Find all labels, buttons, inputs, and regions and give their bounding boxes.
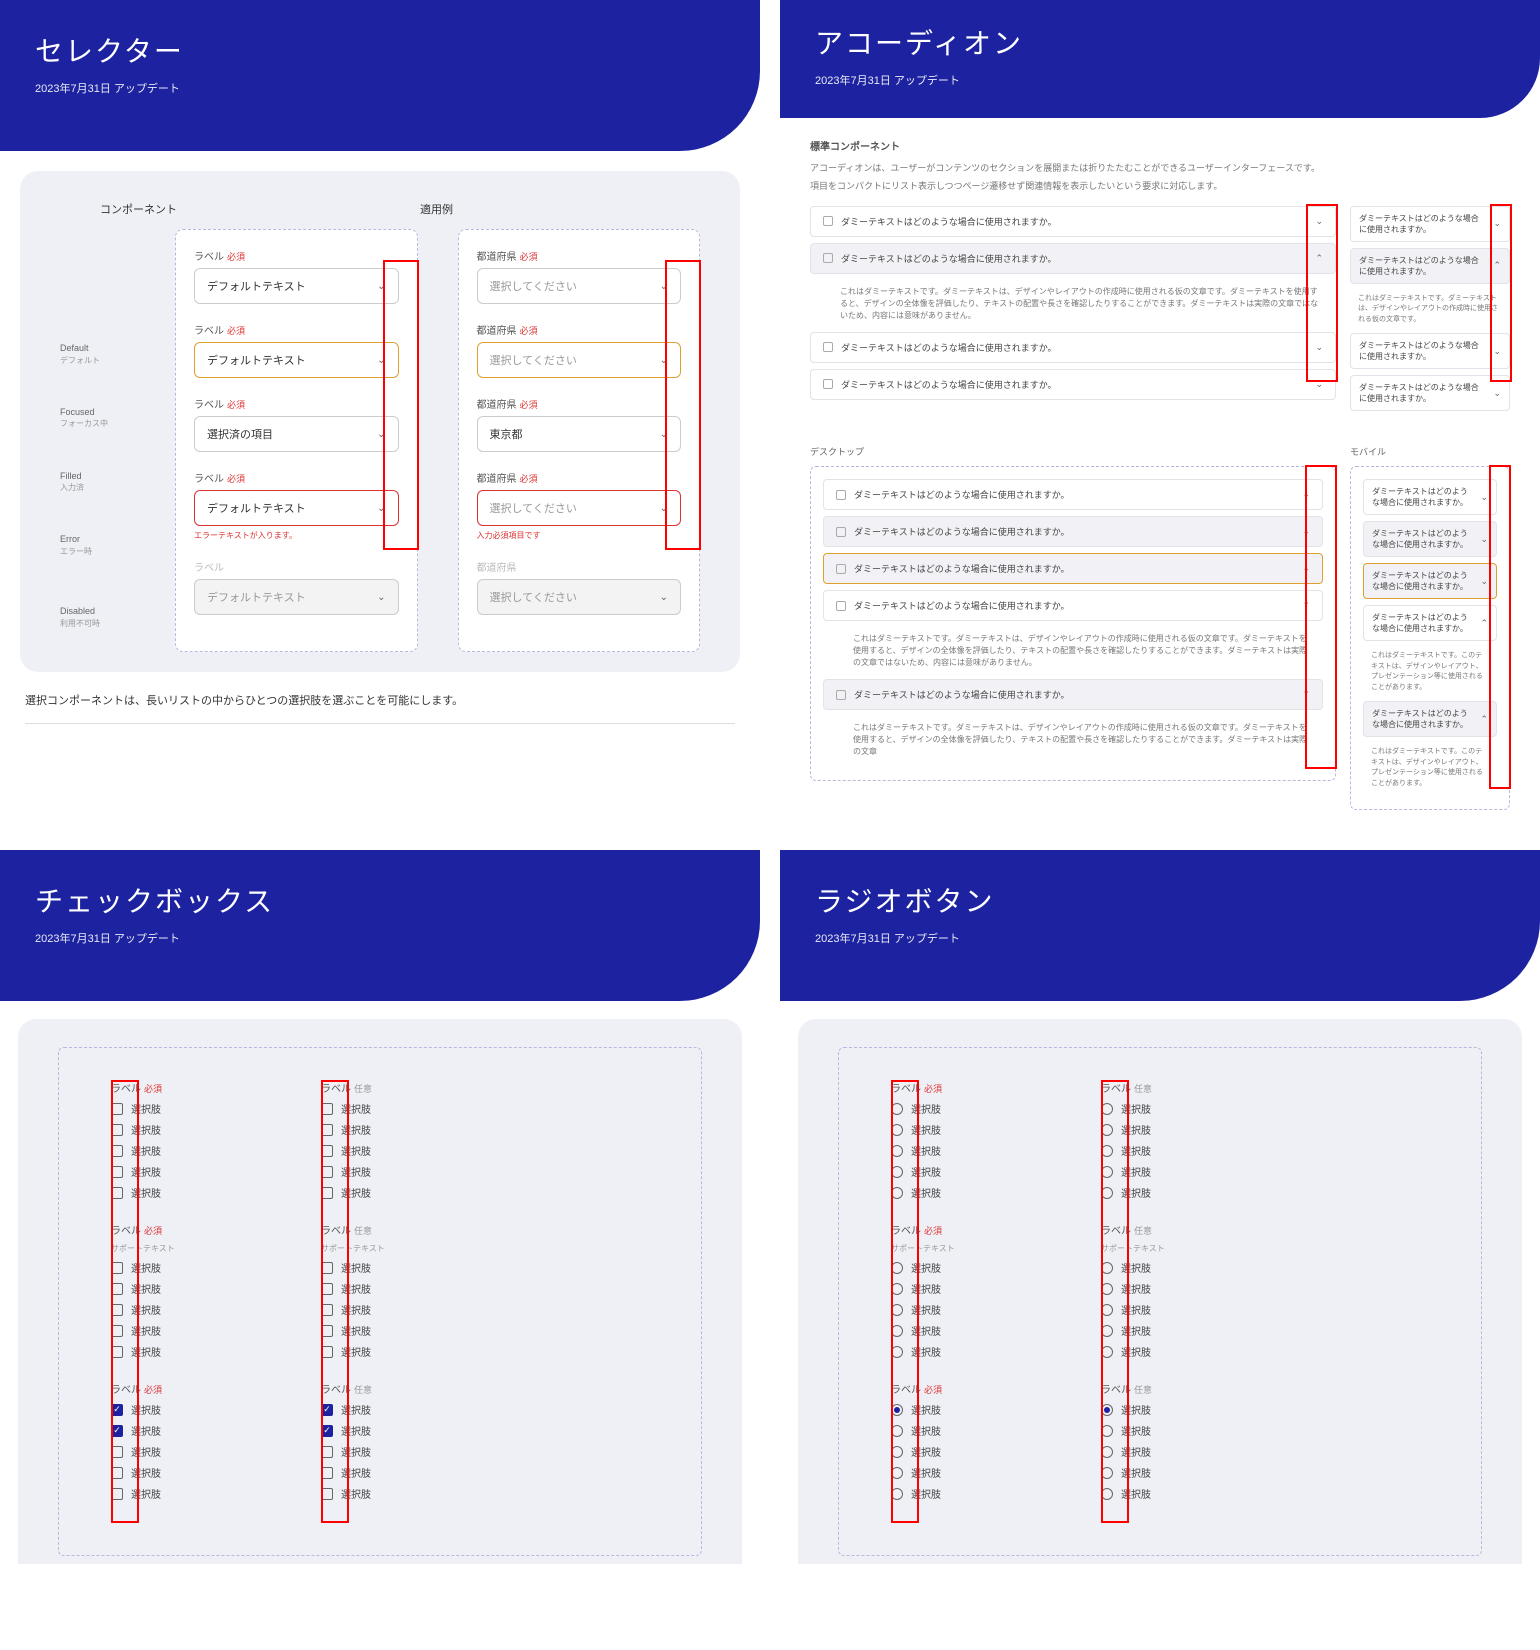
chevron-down-icon: ⌄	[660, 592, 668, 603]
accordion-item[interactable]: ダミーテキストはどのような場合に使用されますか。⌃	[823, 590, 1323, 621]
accordion-item[interactable]: ダミーテキストはどのような場合に使用されますか。⌄	[810, 332, 1336, 363]
radio-header: ラジオボタン 2023年7月31日 アップデート	[780, 850, 1540, 1001]
checkbox-title: チェックボックス	[35, 880, 725, 920]
radio-column-optional: ラベル任意 選択肢 選択肢 選択肢 選択肢 選択肢 ラベル任意サポートテキスト …	[1101, 1080, 1251, 1523]
accordion-item-mobile[interactable]: ダミーテキストはどのような場合に使用されますか。⌄	[1363, 563, 1497, 599]
accordion-item-mobile[interactable]: ダミーテキストはどのような場合に使用されますか。⌃	[1363, 605, 1497, 641]
select-pref-focused[interactable]: 選択してください⌄	[477, 342, 682, 378]
checkbox-header: チェックボックス 2023年7月31日 アップデート	[0, 850, 760, 1001]
select-default[interactable]: デフォルトテキスト⌄	[194, 268, 399, 304]
accordion-item[interactable]: ダミーテキストはどのような場合に使用されますか。⌃	[823, 679, 1323, 710]
accordion-item[interactable]: ダミーテキストはどのような場合に使用されますか。⌄	[810, 369, 1336, 400]
col-b-header: 適用例	[420, 201, 700, 217]
accordion-item-mobile[interactable]: ダミーテキストはどのような場合に使用されますか。⌃	[1363, 701, 1497, 737]
select-disabled: デフォルトテキスト⌄	[194, 579, 399, 615]
selector-date: 2023年7月31日 アップデート	[35, 80, 725, 96]
acc-section-title: 標準コンポーネント	[810, 138, 1510, 153]
radio-column-required: ラベル必須 選択肢 選択肢 選択肢 選択肢 選択肢 ラベル必須サポートテキスト …	[891, 1080, 1041, 1523]
accordion-item-mobile[interactable]: ダミーテキストはどのような場合に使用されますか。⌃	[1350, 248, 1510, 284]
accordion-item-mobile[interactable]: ダミーテキストはどのような場合に使用されますか。⌄	[1363, 479, 1497, 515]
chevron-down-icon: ⌄	[377, 592, 385, 603]
accordion-card: アコーディオン 2023年7月31日 アップデート 標準コンポーネント アコーデ…	[780, 0, 1540, 830]
selector-header: セレクター 2023年7月31日 アップデート	[0, 0, 760, 151]
chevron-down-icon: ⌄	[1480, 534, 1488, 545]
accordion-item[interactable]: ダミーテキストはどのような場合に使用されますか。⌄	[823, 516, 1323, 547]
select-pref-error[interactable]: 選択してください⌄	[477, 490, 682, 526]
radio-card: ラジオボタン 2023年7月31日 アップデート ラベル必須 選択肢 選択肢 選…	[780, 850, 1540, 1582]
checkbox-date: 2023年7月31日 アップデート	[35, 930, 725, 946]
radio-date: 2023年7月31日 アップデート	[815, 930, 1505, 946]
select-focused[interactable]: デフォルトテキスト⌄	[194, 342, 399, 378]
chevron-up-icon: ⌃	[1480, 714, 1488, 725]
selector-title: セレクター	[35, 30, 725, 70]
checkbox-column-optional: ラベル任意 選択肢 選択肢 選択肢 選択肢 選択肢 ラベル任意サポートテキスト …	[321, 1080, 471, 1523]
accordion-title: アコーディオン	[815, 22, 1505, 62]
accordion-item[interactable]: ダミーテキストはどのような場合に使用されますか。⌄	[823, 553, 1323, 584]
chevron-down-icon: ⌄	[1493, 388, 1501, 399]
selector-desc: 選択コンポーネントは、長いリストの中からひとつの選択肢を選ぶことを可能にします。	[25, 692, 735, 708]
select-pref-filled[interactable]: 東京都⌄	[477, 416, 682, 452]
selector-card: セレクター 2023年7月31日 アップデート コンポーネント 適用例 ラベル必…	[0, 0, 760, 830]
accordion-item-mobile[interactable]: ダミーテキストはどのような場合に使用されますか。⌄	[1350, 206, 1510, 242]
chevron-down-icon: ⌄	[1480, 576, 1488, 587]
selector-panel: コンポーネント 適用例 ラベル必須デフォルトテキスト⌄ ラベル必須デフォルトテキ…	[20, 171, 740, 672]
accordion-item-mobile[interactable]: ダミーテキストはどのような場合に使用されますか。⌄	[1363, 521, 1497, 557]
select-pref-default[interactable]: 選択してください⌄	[477, 268, 682, 304]
checkbox-column-required: ラベル必須 選択肢 選択肢 選択肢 選択肢 選択肢 ラベル必須サポートテキスト …	[111, 1080, 261, 1523]
chevron-down-icon: ⌄	[1480, 492, 1488, 503]
select-pref-disabled: 選択してください⌄	[477, 579, 682, 615]
col-a-header: コンポーネント	[100, 201, 380, 217]
select-filled[interactable]: 選択済の項目⌄	[194, 416, 399, 452]
accordion-item[interactable]: ダミーテキストはどのような場合に使用されますか。⌄	[823, 479, 1323, 510]
accordion-item[interactable]: ダミーテキストはどのような場合に使用されますか。⌄	[810, 206, 1336, 237]
checkbox-card: チェックボックス 2023年7月31日 アップデート ラベル必須 選択肢 選択肢…	[0, 850, 760, 1582]
radio-title: ラジオボタン	[815, 880, 1505, 920]
accordion-header: アコーディオン 2023年7月31日 アップデート	[780, 0, 1540, 118]
chevron-up-icon: ⌃	[1480, 618, 1488, 629]
select-error[interactable]: デフォルトテキスト⌄	[194, 490, 399, 526]
accordion-item-mobile[interactable]: ダミーテキストはどのような場合に使用されますか。⌄	[1350, 375, 1510, 411]
accordion-item-mobile[interactable]: ダミーテキストはどのような場合に使用されますか。⌄	[1350, 333, 1510, 369]
accordion-date: 2023年7月31日 アップデート	[815, 72, 1505, 88]
accordion-item[interactable]: ダミーテキストはどのような場合に使用されますか。⌃	[810, 243, 1336, 274]
